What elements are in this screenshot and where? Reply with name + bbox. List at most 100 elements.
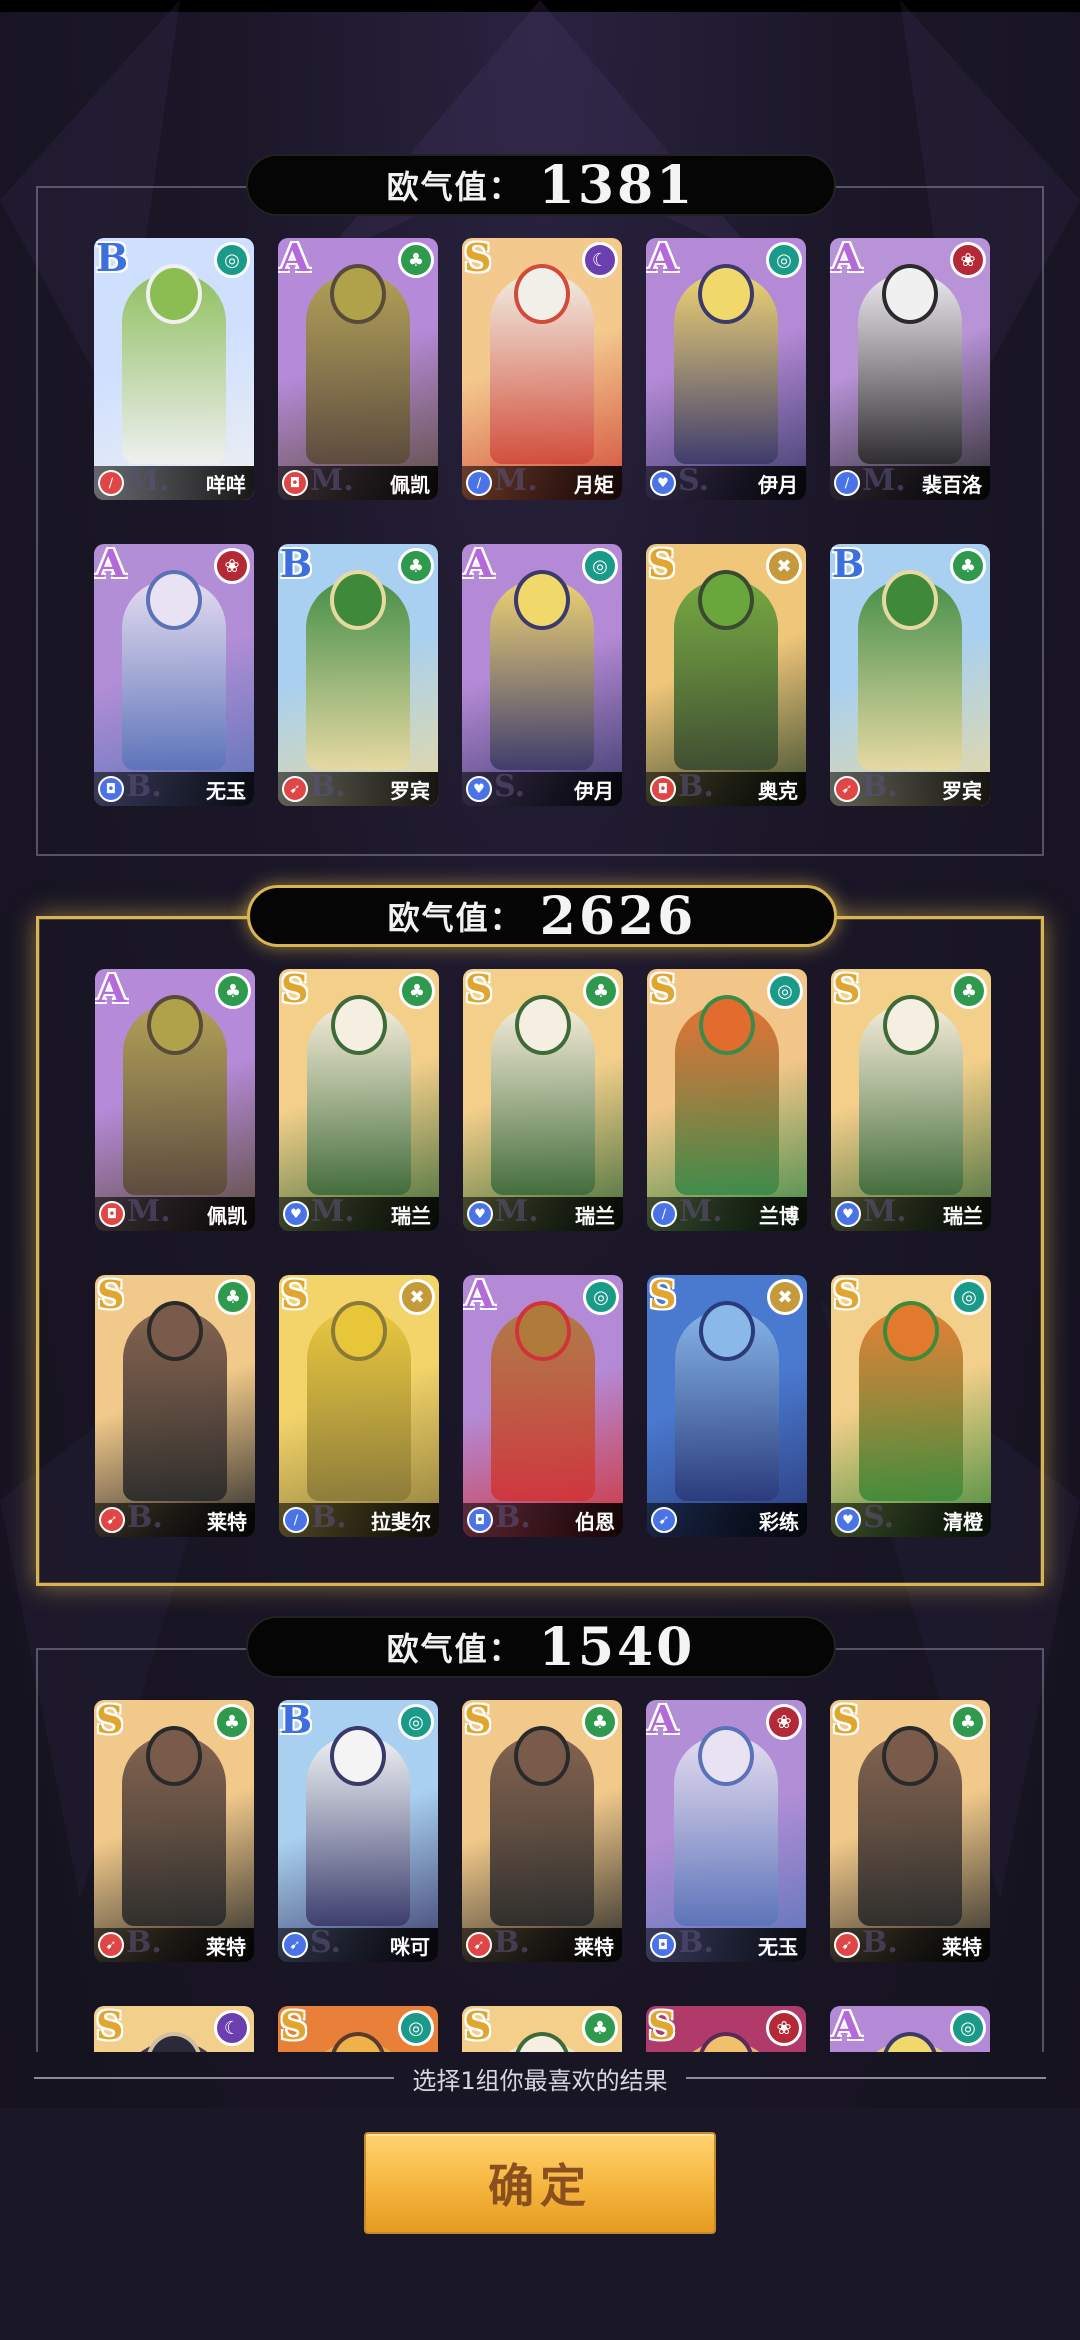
- hero-card: S ♣ ♥ M. 瑞兰: [279, 969, 439, 1231]
- hero-name: 无玉: [758, 1934, 798, 1959]
- result-group-3[interactable]: 欧气值： 1540 S ♣ ➹ B. 莱特 B ◎ ➹ S. 咪可 S ♣ ➹ B. 莱特 A ❀ ◘ B. 无玉 S ♣…: [36, 1616, 1044, 2052]
- grade-letter: B.: [310, 769, 346, 804]
- hero-card: S ♣ ➹ B. 莱特: [830, 1700, 990, 1962]
- hero-name-bar: ∕ M. 咩咩: [94, 463, 254, 500]
- heart-icon: ♥: [835, 1201, 861, 1227]
- hero-name-bar: ∕ M. 裴百洛: [830, 463, 990, 500]
- selection-hint: 选择1组你最喜欢的结果: [0, 2054, 1080, 2102]
- hero-name-bar: ➹ B. 莱特: [830, 1925, 990, 1962]
- results-scroll-area[interactable]: 欧气值： 1381 B ◎ ∕ M. 咩咩 A ♣ ◘ M. 佩凯 S ☾ ∕ M. 月矩 A ◎ ♥ S. 伊月 A ❀…: [0, 12, 1080, 2052]
- flame-icon: ❀: [766, 2010, 802, 2046]
- rarity-badge: S: [96, 1700, 124, 1742]
- bow-icon: ➹: [282, 776, 308, 802]
- bow-icon: ➹: [98, 1932, 124, 1958]
- luck-score-pill: 欧气值： 2626: [247, 885, 837, 947]
- leaf-icon: ♣: [583, 973, 619, 1009]
- hero-card: A ♣ ◘ M. 佩凯: [95, 969, 255, 1231]
- card-grid: S♣➹B.莱特B◎➹S.咪可S♣➹B.莱特A❀◘B.无玉S♣➹B.莱特S☾∕S◎…: [94, 1700, 990, 2052]
- status-bar: [0, 0, 1080, 12]
- grade-letter: M.: [126, 463, 170, 498]
- heart-icon: ♥: [283, 1201, 309, 1227]
- leaf-icon: ♣: [951, 973, 987, 1009]
- rarity-badge: S: [833, 969, 861, 1011]
- hero-name: 佩凯: [207, 1203, 247, 1228]
- rarity-badge: A: [465, 1275, 495, 1317]
- flame-icon: ❀: [950, 242, 986, 278]
- card-grid: A ♣ ◘ M. 佩凯 S ♣ ♥ M. 瑞兰 S ♣ ♥ M. 瑞兰 S ◎ ∕ M. 兰博 S ♣ ♥ M. 瑞兰 S ♣ ➹ B.…: [95, 969, 991, 1537]
- rarity-badge: S: [833, 1275, 861, 1317]
- hero-name-bar: ➹ B. 罗宾: [830, 769, 990, 806]
- rarity-badge: B: [832, 544, 865, 586]
- hero-name: 裴百洛: [922, 472, 982, 497]
- swirl-icon: ◎: [398, 2010, 434, 2046]
- hero-name-bar: ◘ B. 无玉: [646, 1925, 806, 1962]
- hero-name-bar: ➹ B. 莱特: [95, 1500, 255, 1537]
- shield-icon: ◘: [650, 776, 676, 802]
- grade-letter: B.: [678, 769, 714, 804]
- rarity-badge: S: [464, 238, 492, 280]
- leaf-icon: ♣: [398, 242, 434, 278]
- luck-score-pill: 欧气值： 1381: [246, 154, 836, 216]
- hero-name-bar: ➹ B. 罗宾: [278, 769, 438, 806]
- hero-card: S ☾ ∕ M. 月矩: [462, 238, 622, 500]
- sword-icon: ∕: [834, 470, 860, 496]
- luck-score-pill: 欧气值： 1540: [246, 1616, 836, 1678]
- rarity-badge: A: [97, 969, 127, 1011]
- result-group-1[interactable]: 欧气值： 1381 B ◎ ∕ M. 咩咩 A ♣ ◘ M. 佩凯 S ☾ ∕ M. 月矩 A ◎ ♥ S. 伊月 A ❀…: [36, 154, 1044, 856]
- grade-letter: M.: [863, 1194, 907, 1229]
- rarity-badge: S: [648, 2006, 676, 2048]
- cross-icon: ✖: [767, 1279, 803, 1315]
- grade-letter: B.: [126, 1925, 162, 1960]
- rarity-badge: S: [649, 969, 677, 1011]
- hero-card: S❀♥: [646, 2006, 806, 2052]
- grade-letter: B.: [127, 1500, 163, 1535]
- rarity-badge: S: [832, 1700, 860, 1742]
- grade-letter: S.: [678, 463, 710, 498]
- hero-name-bar: ➹ B. 莱特: [94, 1925, 254, 1962]
- grade-letter: S.: [494, 769, 526, 804]
- hero-card: A ♣ ◘ M. 佩凯: [278, 238, 438, 500]
- confirm-button[interactable]: 确定: [364, 2132, 716, 2234]
- hero-name-bar: ♥ S. 伊月: [646, 463, 806, 500]
- shield-icon: ◘: [99, 1201, 125, 1227]
- rarity-badge: S: [465, 969, 493, 1011]
- sword-icon: ∕: [283, 1507, 309, 1533]
- rarity-badge: S: [281, 1275, 309, 1317]
- hero-name-bar: ◘ B. 伯恩: [463, 1500, 623, 1537]
- hero-name: 伊月: [758, 472, 798, 497]
- hero-card: A ❀ ◘ B. 无玉: [646, 1700, 806, 1962]
- hero-card: A◎♥: [830, 2006, 990, 2052]
- hero-name: 瑞兰: [575, 1203, 615, 1228]
- swirl-icon: ◎: [398, 1704, 434, 1740]
- hero-card: S◎∕: [278, 2006, 438, 2052]
- grade-letter: M.: [862, 463, 906, 498]
- hint-divider-right: [685, 2077, 1046, 2079]
- result-group-2[interactable]: 欧气值： 2626 A ♣ ◘ M. 佩凯 S ♣ ♥ M. 瑞兰 S ♣ ♥ M. 瑞兰 S ◎ ∕ M. 兰博 S ♣…: [36, 885, 1044, 1586]
- moon-icon: ☾: [582, 242, 618, 278]
- hero-name: 莱特: [207, 1509, 247, 1534]
- hero-name: 奥克: [758, 778, 798, 803]
- hero-card: S ♣ ➹ B. 莱特: [462, 1700, 622, 1962]
- rarity-badge: B: [280, 544, 313, 586]
- hero-name: 莱特: [942, 1934, 982, 1959]
- grade-letter: M.: [310, 463, 354, 498]
- hint-divider-left: [34, 2077, 395, 2079]
- grade-letter: S.: [310, 1925, 342, 1960]
- hero-name: 咪可: [390, 1934, 430, 1959]
- grade-letter: B.: [862, 769, 898, 804]
- hero-name-bar: ♥ M. 瑞兰: [831, 1194, 991, 1231]
- grade-letter: S.: [863, 1500, 895, 1535]
- grade-letter: M.: [311, 1194, 355, 1229]
- hero-name-bar: ♥ S. 清橙: [831, 1500, 991, 1537]
- leaf-icon: ♣: [214, 1704, 250, 1740]
- swirl-icon: ◎: [767, 973, 803, 1009]
- shield-icon: ◘: [282, 470, 308, 496]
- swirl-icon: ◎: [214, 242, 250, 278]
- grade-letter: M.: [679, 1194, 723, 1229]
- hero-card: B ♣ ➹ B. 罗宾: [830, 544, 990, 806]
- heart-icon: ♥: [650, 470, 676, 496]
- swirl-icon: ◎: [583, 1279, 619, 1315]
- shield-icon: ◘: [650, 1932, 676, 1958]
- hero-name: 莱特: [206, 1934, 246, 1959]
- swirl-icon: ◎: [951, 1279, 987, 1315]
